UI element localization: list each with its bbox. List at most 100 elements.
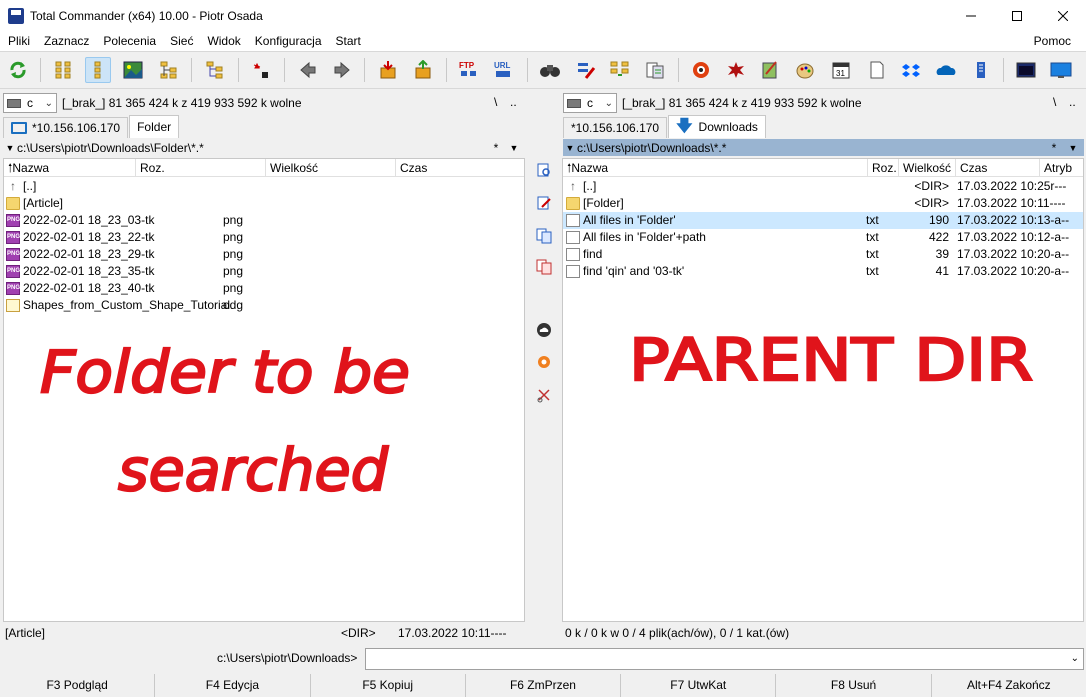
maximize-button[interactable]	[994, 0, 1040, 31]
move-button[interactable]	[534, 257, 554, 277]
forward-button[interactable]	[329, 57, 355, 83]
col-name[interactable]: 🠑Nazwa	[4, 159, 136, 177]
right-file-panel[interactable]: 🠑Nazwa Roz. Wielkość Czas Atryb ↑ [..] <DI…	[562, 158, 1084, 622]
col-size[interactable]: Wielkość	[266, 159, 396, 177]
explorer-button[interactable]	[688, 57, 714, 83]
right-history-button[interactable]: *	[1045, 141, 1063, 155]
unpack-button[interactable]	[410, 57, 436, 83]
close-button[interactable]	[1040, 0, 1086, 31]
file-size: <DIR>	[914, 196, 949, 210]
view-button[interactable]	[534, 160, 554, 180]
onedrive-button[interactable]	[933, 57, 959, 83]
file-row[interactable]: PNG 2022-02-01 18_23_22-tk png	[4, 229, 524, 246]
menu-siec[interactable]: Sieć	[163, 34, 200, 48]
move-icon	[536, 259, 552, 275]
chevron-down-icon[interactable]: ⌄	[1071, 653, 1079, 664]
file-row[interactable]: All files in 'Folder' txt 190 17.03.2022 10…	[563, 212, 1083, 229]
pack-button[interactable]	[375, 57, 401, 83]
file-row[interactable]: PNG 2022-02-01 18_23_29-tk png	[4, 246, 524, 263]
col-ext[interactable]: Roz.	[136, 159, 266, 177]
right-tab-remote[interactable]: *10.156.106.170	[563, 117, 668, 138]
server-button[interactable]	[968, 57, 994, 83]
file-row[interactable]: ↑ [..] <DIR> 17.03.2022 10:25r---	[563, 178, 1083, 195]
menu-konfiguracja[interactable]: Konfiguracja	[248, 34, 329, 48]
menu-zaznacz[interactable]: Zaznacz	[37, 34, 96, 48]
invert-selection-button[interactable]	[248, 57, 274, 83]
tree-compare-button[interactable]	[202, 57, 228, 83]
col-date[interactable]: Czas	[396, 159, 524, 177]
f7-mkdir-button[interactable]: F7 UtwKat	[621, 674, 777, 697]
back-button[interactable]	[295, 57, 321, 83]
file-row[interactable]: find txt 39 17.03.2022 10:20-a--	[563, 246, 1083, 263]
col-ext[interactable]: Roz.	[868, 159, 899, 177]
full-view-button[interactable]	[85, 57, 111, 83]
f3-view-button[interactable]: F3 Podgląd	[0, 674, 156, 697]
col-size[interactable]: Wielkość	[899, 159, 956, 177]
copy-button[interactable]	[534, 226, 554, 246]
desktop-button[interactable]	[1048, 57, 1074, 83]
menu-start[interactable]: Start	[329, 34, 368, 48]
paint-button[interactable]	[792, 57, 818, 83]
text-file-icon	[566, 248, 580, 261]
left-path-bar[interactable]: ▼ c:\Users\piotr\Downloads\Folder\*.* * …	[3, 139, 524, 156]
file-row[interactable]: find 'qin' and '03-tk' txt 41 17.03.2022 10…	[563, 263, 1083, 280]
menu-pomoc[interactable]: Pomoc	[1027, 34, 1078, 48]
settings-button[interactable]	[534, 352, 554, 372]
left-drive-select[interactable]: c ⌄	[3, 93, 57, 113]
new-folder-button[interactable]	[534, 320, 554, 340]
file-row[interactable]: All files in 'Folder'+path txt 422 17.03.20…	[563, 229, 1083, 246]
col-date[interactable]: Czas	[956, 159, 1040, 177]
minimize-button[interactable]	[948, 0, 994, 31]
find-button[interactable]	[537, 57, 563, 83]
thumbnails-button[interactable]	[120, 57, 146, 83]
file-row[interactable]: PNG 2022-02-01 18_23_03-tk png	[4, 212, 524, 229]
col-attr[interactable]: Atryb	[1040, 159, 1083, 177]
file-row[interactable]: ↑ [..]	[4, 178, 524, 195]
delete-button[interactable]	[534, 385, 554, 405]
col-name[interactable]: 🠑Nazwa	[563, 159, 868, 177]
menu-widok[interactable]: Widok	[200, 34, 247, 48]
right-drive-select[interactable]: c ⌄	[563, 93, 617, 113]
right-up-button[interactable]: ..	[1069, 95, 1076, 109]
cmdline-input[interactable]: ⌄	[365, 648, 1084, 670]
file-row[interactable]: [Folder] <DIR> 17.03.2022 10:11----	[563, 195, 1083, 212]
url-button[interactable]: URL	[491, 57, 517, 83]
splat-button[interactable]	[723, 57, 749, 83]
tree-view-button[interactable]	[156, 57, 182, 83]
left-up-button[interactable]: ..	[510, 95, 517, 109]
compare-button[interactable]	[642, 57, 668, 83]
sync-dirs-button[interactable]	[607, 57, 633, 83]
right-root-button[interactable]: \	[1053, 95, 1056, 109]
multi-rename-button[interactable]	[573, 57, 599, 83]
refresh-button[interactable]	[5, 57, 31, 83]
calendar-button[interactable]: 31	[828, 57, 854, 83]
right-tab-downloads[interactable]: 🡇 Downloads	[668, 115, 766, 138]
f8-delete-button[interactable]: F8 Usuń	[776, 674, 932, 697]
left-root-button[interactable]: \	[494, 95, 497, 109]
left-file-panel[interactable]: 🠑Nazwa Roz. Wielkość Czas ↑ [..] [Article]…	[3, 158, 525, 622]
f5-copy-button[interactable]: F5 Kopiuj	[311, 674, 466, 697]
file-row[interactable]: [Article]	[4, 195, 524, 212]
left-tab-remote[interactable]: *10.156.106.170	[3, 117, 129, 138]
edit-button[interactable]	[534, 193, 554, 213]
left-history-button[interactable]: *	[487, 141, 505, 155]
left-drive-info: [_brak_] 81 365 424 k z 419 933 592 k wo…	[62, 96, 302, 110]
f4-edit-button[interactable]: F4 Edycja	[155, 674, 311, 697]
left-hotlist-button[interactable]: ▼	[506, 143, 522, 153]
altf4-exit-button[interactable]: Alt+F4 Zakończ	[932, 674, 1086, 697]
left-tab-folder[interactable]: Folder	[129, 115, 180, 138]
blank-page-button[interactable]	[864, 57, 890, 83]
file-row[interactable]: Shapes_from_Custom_Shape_Tutorial odg	[4, 297, 524, 314]
menu-polecenia[interactable]: Polecenia	[96, 34, 163, 48]
file-row[interactable]: PNG 2022-02-01 18_23_40-tk png	[4, 280, 524, 297]
right-hotlist-button[interactable]: ▼	[1065, 143, 1081, 153]
right-path-bar[interactable]: ▼ c:\Users\piotr\Downloads\*.* * ▼	[563, 139, 1084, 156]
ftp-button[interactable]: FTP	[456, 57, 482, 83]
file-row[interactable]: PNG 2022-02-01 18_23_35-tk png	[4, 263, 524, 280]
notepad-button[interactable]	[757, 57, 783, 83]
menu-pliki[interactable]: Pliki	[0, 34, 37, 48]
brief-view-button[interactable]	[51, 57, 77, 83]
cmd-button[interactable]	[1013, 57, 1039, 83]
dropbox-button[interactable]	[898, 57, 924, 83]
f6-move-button[interactable]: F6 ZmPrzen	[466, 674, 622, 697]
